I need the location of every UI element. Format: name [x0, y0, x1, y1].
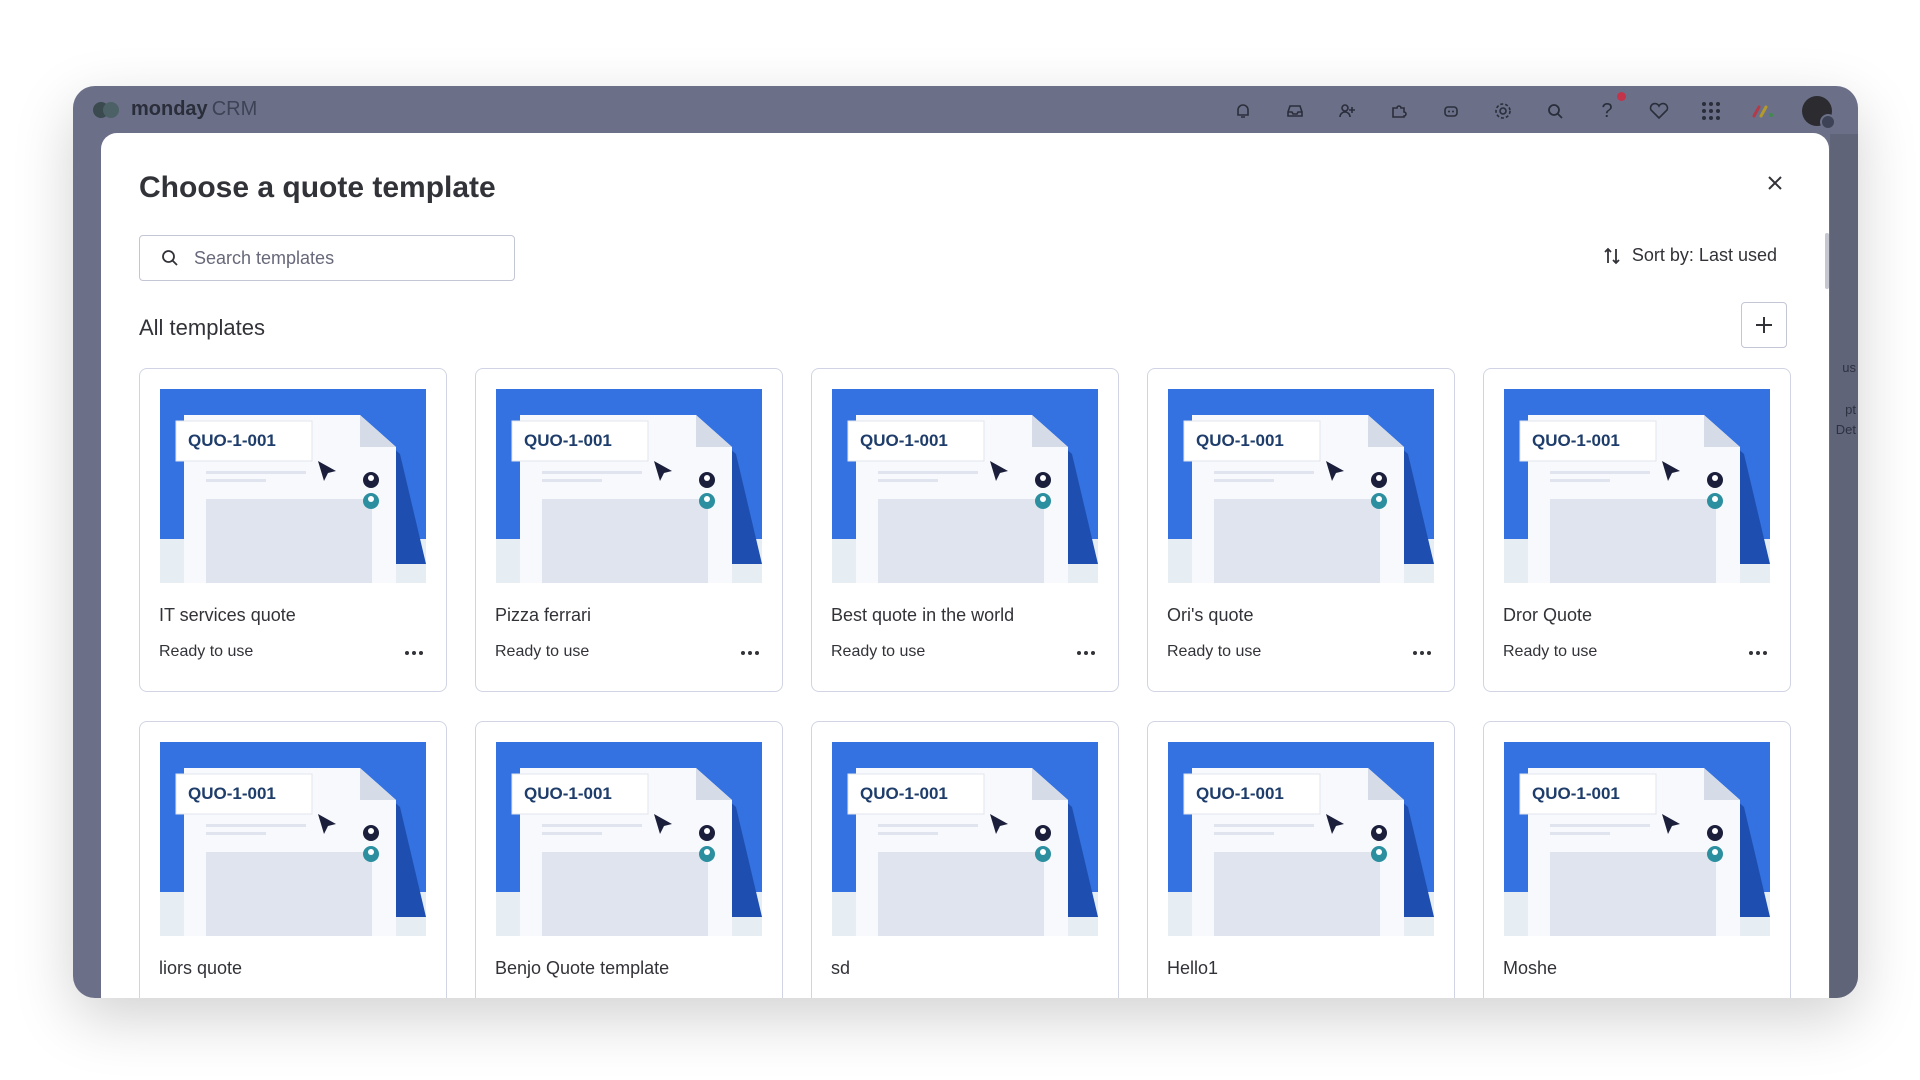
template-status: Ready to use — [1503, 643, 1598, 660]
search-templates-field[interactable] — [139, 235, 515, 281]
app-window: monday CRM ? us pt Det Choose a quote te… — [73, 86, 1858, 998]
background-text: pt — [1845, 402, 1856, 417]
template-status: Ready to use — [1167, 643, 1262, 660]
close-icon — [1768, 176, 1782, 190]
template-card[interactable]: QUO-1-001 Best quote in the world Ready … — [811, 368, 1119, 692]
template-name: Moshe — [1503, 958, 1558, 978]
top-icons: ? — [1230, 92, 1836, 130]
template-name: Hello1 — [1167, 958, 1219, 978]
avatar[interactable] — [1802, 96, 1836, 130]
more-icon — [1077, 651, 1095, 655]
ai-icon[interactable] — [1438, 98, 1464, 124]
more-options-button[interactable] — [1072, 643, 1100, 663]
template-thumbnail: QUO-1-001 — [832, 742, 1098, 936]
template-name: Dror Quote — [1503, 605, 1593, 625]
template-thumbnail: QUO-1-001 — [1168, 389, 1434, 583]
template-card[interactable]: QUO-1-001 Moshe — [1483, 721, 1791, 998]
search-input[interactable] — [192, 246, 496, 270]
quote-number: QUO-1-001 — [188, 784, 276, 803]
template-status: Ready to use — [159, 643, 254, 660]
more-options-button[interactable] — [736, 643, 764, 663]
template-name: sd — [831, 958, 851, 978]
sort-button[interactable]: Sort by: Last used — [1602, 245, 1777, 266]
search-icon[interactable] — [1542, 98, 1568, 124]
more-icon — [741, 651, 759, 655]
sort-label: Sort by: Last used — [1631, 245, 1777, 265]
search-icon — [162, 250, 178, 266]
brand-product: CRM — [211, 98, 258, 120]
quote-number: QUO-1-001 — [1532, 784, 1620, 803]
template-card[interactable]: QUO-1-001 Pizza ferrari Ready to use — [475, 368, 783, 692]
template-thumbnail: QUO-1-001 — [1504, 389, 1770, 583]
template-thumbnail: QUO-1-001 — [160, 742, 426, 936]
more-options-button[interactable] — [1408, 643, 1436, 663]
monday-logo-icon[interactable] — [1750, 98, 1776, 124]
monday-logo-icon — [93, 99, 123, 121]
template-card[interactable]: QUO-1-001 Benjo Quote template — [475, 721, 783, 998]
background-text: Det — [1835, 422, 1856, 437]
brand[interactable]: monday CRM — [93, 98, 257, 121]
quote-number: QUO-1-001 — [524, 784, 612, 803]
apps-icon[interactable] — [1386, 98, 1412, 124]
invite-icon[interactable] — [1334, 98, 1360, 124]
close-button[interactable] — [1761, 169, 1789, 197]
more-icon — [1413, 651, 1431, 655]
template-thumbnail: QUO-1-001 — [160, 389, 426, 583]
quote-template-modal: Choose a quote template Sort by: Last us… — [101, 133, 1829, 998]
template-card[interactable]: QUO-1-001 Dror Quote Ready to use — [1483, 368, 1791, 692]
bell-icon[interactable] — [1230, 98, 1256, 124]
modal-title: Choose a quote template — [139, 171, 496, 204]
top-bar: monday CRM ? — [73, 86, 1858, 134]
settings-icon[interactable] — [1490, 98, 1516, 124]
template-name: Best quote in the world — [831, 605, 1015, 625]
quote-number: QUO-1-001 — [1196, 431, 1284, 450]
grid-icon[interactable] — [1698, 98, 1724, 124]
template-thumbnail: QUO-1-001 — [496, 389, 762, 583]
add-template-button[interactable] — [1741, 302, 1787, 348]
quote-number: QUO-1-001 — [860, 431, 948, 450]
quote-number: QUO-1-001 — [860, 784, 948, 803]
template-name: Pizza ferrari — [495, 605, 592, 625]
template-card[interactable]: QUO-1-001 IT services quote Ready to use — [139, 368, 447, 692]
inbox-icon[interactable] — [1282, 98, 1308, 124]
background-board: us pt Det — [1830, 134, 1858, 998]
template-card[interactable]: QUO-1-001 Ori's quote Ready to use — [1147, 368, 1455, 692]
more-icon — [405, 651, 423, 655]
template-name: IT services quote — [159, 605, 296, 625]
background-text: us — [1842, 360, 1856, 375]
more-options-button[interactable] — [400, 643, 428, 663]
template-card[interactable]: QUO-1-001 liors quote — [139, 721, 447, 998]
quote-number: QUO-1-001 — [1532, 431, 1620, 450]
template-thumbnail: QUO-1-001 — [1168, 742, 1434, 936]
more-icon — [1749, 651, 1767, 655]
template-thumbnail: QUO-1-001 — [496, 742, 762, 936]
quote-number: QUO-1-001 — [1196, 784, 1284, 803]
sort-icon — [1604, 247, 1620, 264]
notification-dot — [1617, 92, 1626, 101]
template-status: Ready to use — [495, 643, 590, 660]
template-name: Benjo Quote template — [495, 958, 670, 978]
template-card[interactable]: QUO-1-001 Hello1 — [1147, 721, 1455, 998]
template-card[interactable]: QUO-1-001 sd — [811, 721, 1119, 998]
scrollbar[interactable] — [1825, 233, 1829, 289]
plus-icon — [1756, 317, 1772, 333]
help-icon[interactable]: ? — [1594, 92, 1626, 124]
quote-number: QUO-1-001 — [188, 431, 276, 450]
template-status: Ready to use — [831, 643, 926, 660]
section-title: All templates — [139, 315, 265, 340]
brand-name: monday — [131, 98, 208, 120]
template-thumbnail: QUO-1-001 — [832, 389, 1098, 583]
quote-number: QUO-1-001 — [524, 431, 612, 450]
avatar-badge — [1820, 114, 1836, 130]
template-thumbnail: QUO-1-001 — [1504, 742, 1770, 936]
more-options-button[interactable] — [1744, 643, 1772, 663]
heart-icon[interactable] — [1646, 98, 1672, 124]
template-name: Ori's quote — [1167, 605, 1254, 625]
template-name: liors quote — [159, 958, 243, 978]
